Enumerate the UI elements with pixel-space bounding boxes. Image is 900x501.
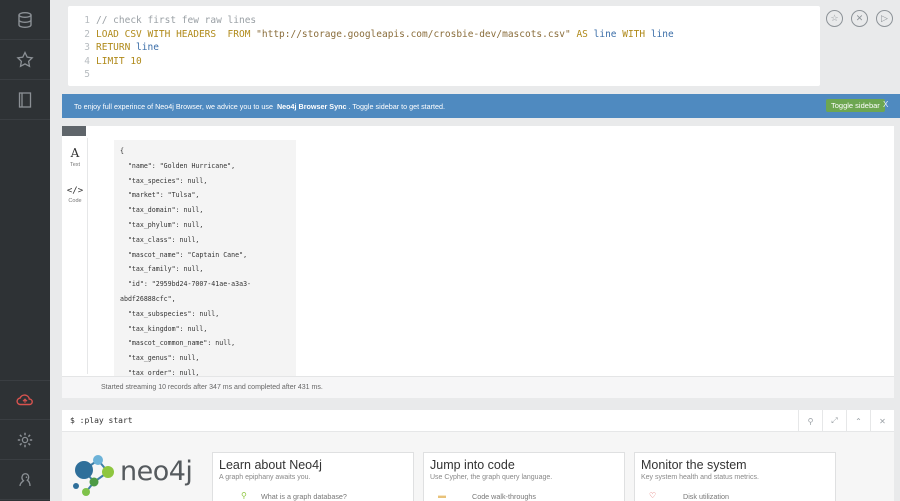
result-frame: A Text </> Code { "name": "Golden Hurric… [62,126,894,398]
close-frame-button[interactable]: ✕ [870,410,894,432]
editor-actions: ☆ ✕ ▷ [826,10,893,27]
card-monitor: Monitor the system Key system health and… [634,452,836,501]
text-icon: A [70,146,80,160]
play-start-frame: $ :play start ⚲ ⤢ ⌃ ✕ neo4j Learn about … [62,410,894,501]
card-link[interactable]: Disk utilization [683,492,729,501]
play-content: neo4j Learn about Neo4j A graph epiphany… [62,432,894,501]
pin-icon: ⚲ [807,416,814,426]
json-line: { [120,147,124,155]
line-number: 3 [84,42,90,53]
card-subtitle: Key system health and status metrics. [641,474,759,481]
json-line: "tax_class": null, [120,235,200,244]
line-number: 2 [84,28,90,40]
sidebar-item-settings[interactable] [0,420,50,460]
json-line: abdf26888cfc", [120,294,176,303]
card-link[interactable]: Code walk-throughs [472,492,536,501]
json-line: "tax_subspecies": null, [120,309,220,318]
logo-wordmark: neo4j [120,456,193,487]
sidebar [0,0,50,501]
code-line: LOAD CSV WITH HEADERS FROM "http://stora… [96,28,674,40]
star-icon [16,50,34,68]
card-title: Monitor the system [641,458,747,472]
clear-icon: ✕ [855,13,864,23]
run-icon: ▷ [881,13,888,23]
line-number: 1 [84,15,90,26]
card-subtitle: Use Cypher, the graph query language. [430,474,553,481]
document-icon [18,91,32,108]
tab-label: Text [69,162,81,168]
code-line: LIMIT 10 [96,55,142,67]
tab-label: Code [68,198,82,204]
card-link[interactable]: What is a graph database? [261,492,347,501]
about-icon [19,472,31,486]
json-line: "tax_domain": null, [120,206,204,215]
json-line: "name": "Golden Hurricane", [120,161,236,170]
result-status: Started streaming 10 records after 347 m… [62,376,894,398]
frame-header: $ :play start ⚲ ⤢ ⌃ ✕ [62,410,894,432]
frame-handle[interactable] [62,126,86,136]
neo4j-logo: neo4j [70,448,205,498]
banner-text: To enjoy full experince of Neo4j Browser… [74,102,446,111]
chevron-up-icon: ⌃ [855,416,862,426]
close-icon: ✕ [879,416,886,426]
run-button[interactable]: ▷ [876,10,893,27]
editor-line: 5 [68,68,820,82]
json-line: "tax_family": null, [120,265,204,274]
frame-actions: ⚲ ⤢ ⌃ ✕ [798,410,894,432]
card-subtitle: A graph epiphany awaits you. [219,474,311,481]
card-learn: Learn about Neo4j A graph epiphany await… [212,452,414,501]
sidebar-item-sync[interactable] [0,380,50,420]
json-line: "mascot_common_name": null, [120,339,236,348]
json-line: "tax_phylum": null, [120,220,204,229]
pin-button[interactable]: ⚲ [798,410,822,432]
editor-line: 1 // check first few raw lines [68,14,820,28]
editor-line: 4 LIMIT 10 [68,55,820,69]
line-number: 5 [84,69,90,80]
sidebar-item-documents[interactable] [0,80,50,120]
code-book-icon: ▬ [438,491,446,500]
json-line: "mascot_name": "Captain Cane", [120,250,248,259]
banner-close-button[interactable]: X [883,100,888,109]
editor-line: 3 RETURN line [68,41,820,55]
toggle-sidebar-button[interactable]: Toggle sidebar [826,99,885,112]
expand-icon: ⤢ [831,416,838,425]
json-line: "tax_species": null, [120,176,208,185]
tab-code[interactable]: </> Code [62,176,88,214]
query-editor[interactable]: 1 // check first few raw lines 2 LOAD CS… [68,6,820,86]
cloud-sync-icon [16,394,33,406]
neo4j-graph-icon [73,455,114,496]
sync-banner: To enjoy full experince of Neo4j Browser… [62,94,900,118]
json-result: { "name": "Golden Hurricane", "tax_speci… [114,140,296,376]
frame-command[interactable]: $ :play start [70,416,133,425]
json-line: "tax_order": null, [120,368,200,376]
heart-monitor-icon: ♡ [649,491,657,500]
card-title: Learn about Neo4j [219,458,322,472]
json-line: "market": "Tulsa", [120,191,200,200]
json-line: "tax_kingdom": null, [120,324,208,333]
code-line: // check first few raw lines [96,15,257,26]
line-number: 4 [84,55,90,67]
tab-text[interactable]: A Text [62,138,88,176]
database-icon [18,11,32,28]
card-code: Jump into code Use Cypher, the graph que… [423,452,625,501]
sidebar-item-database[interactable] [0,0,50,40]
view-tabs: A Text </> Code [62,138,88,374]
favorite-icon: ☆ [830,13,839,23]
card-title: Jump into code [430,458,515,472]
clear-button[interactable]: ✕ [851,10,868,27]
gear-icon [17,432,33,447]
editor-line: 2 LOAD CSV WITH HEADERS FROM "http://sto… [68,28,820,42]
favorite-button[interactable]: ☆ [826,10,843,27]
sidebar-item-favorites[interactable] [0,40,50,80]
sidebar-item-about[interactable] [0,460,50,500]
json-line: "tax_genus": null, [120,354,200,363]
code-line: RETURN line [96,42,159,53]
collapse-button[interactable]: ⌃ [846,410,870,432]
code-icon: </> [66,186,84,196]
json-line: "id": "2959bd24-7007-41ae-a3a3- [120,280,252,289]
fullscreen-button[interactable]: ⤢ [822,410,846,432]
graph-icon: ⚲ [241,491,247,500]
